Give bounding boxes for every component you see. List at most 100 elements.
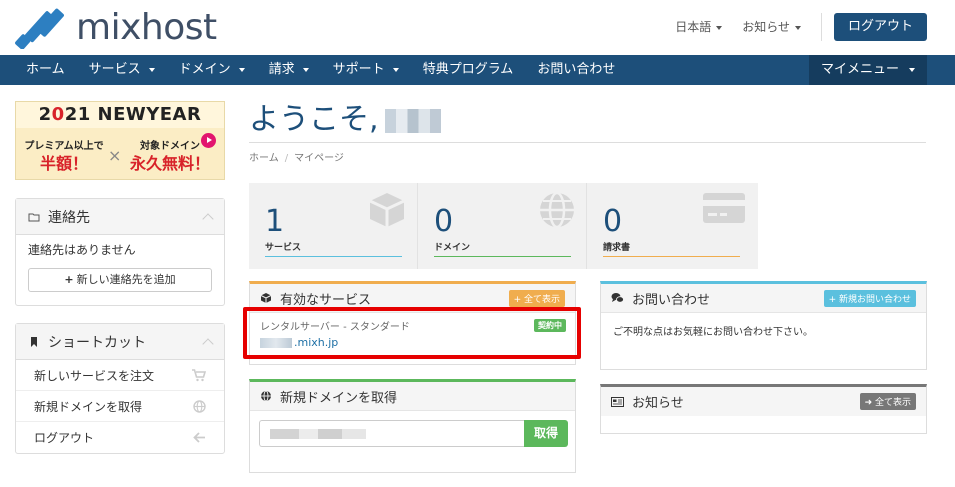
arrow-right-icon: ➜ [864, 398, 875, 408]
inquiry-title: お問い合わせ [632, 292, 711, 308]
banner-left-small: プレミアム以上で [24, 141, 104, 152]
banner-headline-text: NEWYEAR [90, 104, 202, 125]
stats-tiles: 1 サービス 0 ドメイン 0 請求書 [249, 183, 758, 269]
divider [249, 142, 926, 143]
nav-contact-label: お問い合わせ [537, 62, 616, 77]
domain-search-button[interactable]: 取得 [524, 420, 568, 447]
stat-invoices-underline [603, 256, 740, 257]
nav-domains-label: ドメイン [178, 62, 231, 77]
nav-billing-label: 請求 [268, 62, 295, 77]
redacted-username [384, 108, 441, 133]
banner-right-big: 永久無料！ [129, 154, 210, 173]
add-contact-button[interactable]: + 新しい連絡先を追加 [28, 268, 212, 292]
caret-down-icon [392, 67, 399, 72]
contacts-panel-header[interactable]: 連絡先 [16, 199, 224, 235]
banner-year-suffix: 21 [64, 104, 91, 125]
notices-dropdown[interactable]: お知らせ [742, 13, 801, 41]
shortcuts-panel: ショートカット 新しいサービスを注文 新規ドメインを取得 ログアウト [15, 323, 225, 454]
domain-search-panel: 新規ドメインを取得 取得 [249, 379, 576, 473]
view-all-news-button[interactable]: ➜ 全て表示 [859, 393, 916, 410]
domain-search-form: 取得 [259, 420, 568, 447]
nav-services-label: サービス [88, 62, 141, 77]
banner-left-big: 半額！ [39, 154, 88, 173]
cube-icon [369, 193, 405, 227]
plus-icon: + [64, 273, 74, 286]
nav-affiliate[interactable]: 特典プログラム [411, 55, 526, 85]
inquiry-header: お問い合わせ + 新規お問い合わせ [601, 284, 926, 313]
caret-down-icon [716, 25, 723, 30]
page-title: ようこそ, [249, 100, 441, 140]
shopping-cart-icon [192, 368, 206, 381]
language-label: 日本語 [675, 20, 712, 34]
shortcut-logout-label: ログアウト [34, 431, 95, 445]
stat-invoices-label: 請求書 [603, 243, 631, 253]
welcome-text: ようこそ, [249, 102, 379, 137]
banner-times: × [108, 146, 122, 165]
my-menu-dropdown[interactable]: マイメニュー [808, 55, 927, 85]
stat-invoices[interactable]: 0 請求書 [587, 183, 756, 269]
header: mixhost 日本語 お知らせ ログアウト [0, 0, 955, 55]
divider [820, 13, 822, 41]
caret-down-icon [238, 67, 245, 72]
logo[interactable]: mixhost [14, 7, 217, 49]
banner-headline: 2021 NEWYEAR [16, 102, 224, 128]
add-contact-label: 新しい連絡先を追加 [76, 273, 176, 286]
new-inquiry-label: 新規お問い合わせ [838, 294, 911, 305]
banner-offer-right: 対象ドメイン 永久無料！ [128, 140, 212, 174]
stat-services-value: 1 [265, 204, 285, 239]
chevron-up-icon[interactable] [202, 212, 214, 225]
credit-card-icon [703, 193, 745, 223]
bookmark-icon [31, 336, 37, 347]
domain-search-input[interactable] [259, 420, 524, 447]
news-panel: お知らせ ➜ 全て表示 [600, 384, 927, 434]
notices-label: お知らせ [742, 20, 790, 34]
banner-year-mid: 0 [51, 104, 65, 125]
arrow-left-icon [193, 432, 205, 443]
contacts-empty-text: 連絡先はありません [28, 243, 136, 257]
domain-search-header: 新規ドメインを取得 [250, 382, 575, 411]
nav-support-label: サポート [332, 62, 385, 77]
mixhost-logo-icon [15, 8, 64, 49]
nav-contact[interactable]: お問い合わせ [525, 55, 627, 85]
shortcut-logout[interactable]: ログアウト [16, 422, 224, 453]
nav-domains[interactable]: ドメイン [167, 55, 257, 85]
view-all-services-label: 全て表示 [523, 294, 560, 305]
nav-home[interactable]: ホーム [14, 55, 77, 85]
shortcuts-title: ショートカット [48, 334, 146, 351]
stat-domains[interactable]: 0 ドメイン [418, 183, 587, 269]
chevron-up-icon[interactable] [202, 337, 214, 350]
nav-services[interactable]: サービス [77, 55, 167, 85]
shortcut-register-domain[interactable]: 新規ドメインを取得 [16, 391, 224, 422]
new-inquiry-button[interactable]: + 新規お問い合わせ [823, 289, 916, 307]
stat-domains-label: ドメイン [434, 243, 471, 253]
shortcut-order-service[interactable]: 新しいサービスを注文 [16, 360, 224, 391]
nav-home-label: ホーム [26, 62, 65, 77]
breadcrumb-home[interactable]: ホーム [249, 153, 279, 164]
banner-year-prefix: 2 [38, 104, 52, 125]
globe-icon [540, 191, 574, 229]
logout-button[interactable]: ログアウト [833, 13, 927, 41]
banner-offer-left: プレミアム以上で 半額！ [24, 140, 104, 174]
view-all-services-button[interactable]: + 全て表示 [508, 289, 565, 307]
caret-down-icon [794, 25, 801, 30]
news-header: お知らせ ➜ 全て表示 [601, 387, 926, 416]
breadcrumb-current: マイページ [294, 153, 344, 164]
stat-domains-value: 0 [434, 204, 454, 239]
shortcuts-panel-header[interactable]: ショートカット [16, 324, 224, 360]
folder-icon [28, 213, 40, 221]
shortcut-order-service-label: 新しいサービスを注文 [34, 368, 155, 383]
breadcrumb: ホーム / マイページ [249, 149, 344, 164]
newspaper-icon [611, 396, 624, 407]
plus-icon: + [828, 294, 839, 305]
stat-invoices-value: 0 [603, 204, 623, 239]
nav-support[interactable]: サポート [321, 55, 411, 85]
language-dropdown[interactable]: 日本語 [675, 13, 723, 41]
stat-domains-underline [434, 256, 571, 257]
promo-banner[interactable]: 2021 NEWYEAR プレミアム以上で 半額！ × 対象ドメイン 永久無料！ [15, 101, 225, 180]
comments-icon [611, 293, 624, 303]
active-services-title: 有効なサービス [280, 292, 372, 308]
highlight-box [243, 307, 581, 359]
nav-billing[interactable]: 請求 [257, 55, 321, 85]
caret-down-icon [148, 67, 155, 72]
stat-services[interactable]: 1 サービス [249, 183, 418, 269]
